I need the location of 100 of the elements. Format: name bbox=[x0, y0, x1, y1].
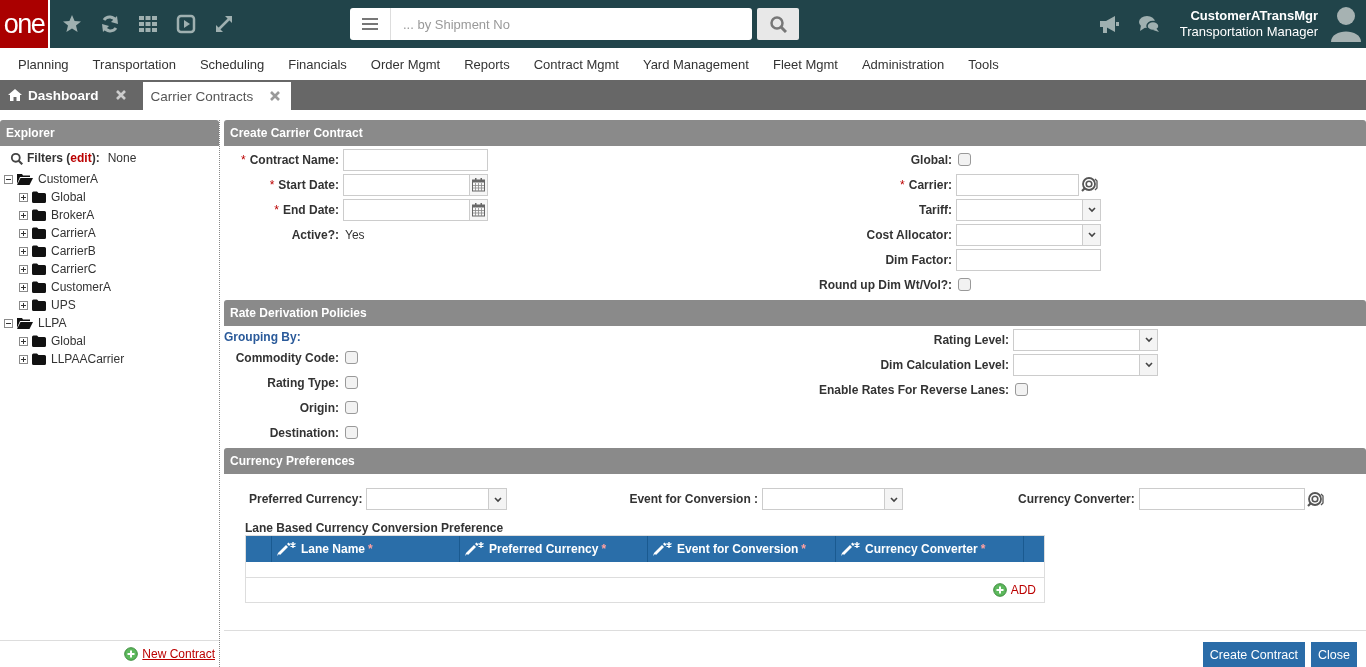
tree-item[interactable]: CustomerA bbox=[38, 172, 99, 186]
open-folder-icon bbox=[17, 317, 33, 329]
tab[interactable]: Carrier Contracts bbox=[142, 82, 292, 110]
required-mark: * bbox=[980, 542, 986, 556]
section-header: Currency Preferences bbox=[224, 448, 1366, 474]
tree-item[interactable]: CustomerA bbox=[51, 280, 112, 294]
edit-link[interactable]: edit bbox=[70, 151, 92, 165]
search-field[interactable]: ... by Shipment No bbox=[391, 8, 752, 40]
caret-icon bbox=[492, 494, 503, 504]
close-icon[interactable] bbox=[269, 90, 282, 102]
close-icon[interactable] bbox=[114, 89, 127, 101]
section-header: Rate Derivation Policies bbox=[224, 300, 1366, 326]
date-field[interactable] bbox=[343, 173, 488, 196]
field-label: Currency Converter: bbox=[1018, 492, 1135, 506]
menu-item[interactable]: Tools bbox=[956, 56, 1011, 72]
tree-item[interactable]: LLPAACarrier bbox=[51, 352, 125, 366]
tree-item[interactable]: CarrierA bbox=[51, 226, 96, 240]
menu-item[interactable]: Order Mgmt bbox=[358, 56, 453, 72]
folder-icon bbox=[32, 227, 46, 239]
field-label: Carrier: bbox=[908, 177, 953, 192]
checkbox[interactable] bbox=[958, 278, 972, 291]
calendar-icon[interactable] bbox=[471, 177, 486, 192]
tab[interactable]: Dashboard bbox=[0, 80, 137, 110]
menu-item[interactable]: Financials bbox=[276, 56, 359, 72]
checkbox[interactable] bbox=[345, 376, 358, 389]
new-contract-link[interactable]: New Contract bbox=[142, 647, 215, 661]
footer-button[interactable]: Create Contract bbox=[1202, 641, 1306, 667]
checkbox[interactable] bbox=[958, 153, 972, 166]
search-icon bbox=[10, 151, 23, 165]
tree-item[interactable]: Global bbox=[51, 190, 86, 204]
tree-item[interactable]: LLPA bbox=[38, 316, 67, 330]
collapse-icon[interactable] bbox=[4, 174, 13, 184]
tree-item[interactable]: UPS bbox=[51, 298, 76, 312]
tree-item[interactable]: BrokerA bbox=[51, 208, 95, 222]
group-heading: Grouping By: bbox=[224, 329, 302, 346]
required-mark: * bbox=[269, 177, 275, 192]
field-label: Active?: bbox=[291, 227, 339, 242]
checkbox[interactable] bbox=[1015, 383, 1029, 396]
menu-item[interactable]: Yard Management bbox=[630, 56, 761, 72]
user-name: CustomerATransMgr bbox=[1189, 8, 1318, 24]
field-label: Preferred Currency: bbox=[249, 492, 363, 506]
megaphone-icon[interactable] bbox=[1097, 14, 1120, 34]
field-label: Round up Dim Wt/Vol?: bbox=[819, 277, 953, 292]
tree-item[interactable]: Global bbox=[51, 334, 86, 348]
grid-icon[interactable] bbox=[138, 14, 158, 34]
expand-node-icon[interactable] bbox=[19, 228, 28, 238]
star-icon[interactable] bbox=[62, 14, 82, 34]
calendar-icon[interactable] bbox=[471, 202, 486, 217]
menu-item[interactable]: Administration bbox=[849, 56, 957, 72]
collapse-icon[interactable] bbox=[4, 318, 13, 328]
search-icon bbox=[769, 15, 787, 33]
menu-item[interactable]: Contract Mgmt bbox=[521, 56, 631, 72]
tree-item[interactable]: CarrierC bbox=[51, 262, 97, 276]
expand-node-icon[interactable] bbox=[19, 246, 28, 256]
play-icon[interactable] bbox=[176, 14, 196, 34]
field-label: Start Date: bbox=[278, 177, 339, 192]
expand-node-icon[interactable] bbox=[19, 354, 28, 364]
footer-button[interactable]: Close bbox=[1311, 641, 1357, 667]
expand-node-icon[interactable] bbox=[19, 192, 28, 202]
search-button[interactable] bbox=[757, 8, 799, 40]
menu-item[interactable]: Reports bbox=[452, 56, 522, 72]
menu-item[interactable]: Transportation bbox=[80, 56, 188, 72]
date-field[interactable] bbox=[343, 198, 488, 221]
menu-item[interactable]: Fleet Mgmt bbox=[760, 56, 850, 72]
tree-item[interactable]: CarrierB bbox=[51, 244, 96, 258]
checkbox[interactable] bbox=[345, 426, 358, 439]
column-label: Lane Name bbox=[301, 542, 366, 556]
field-label: End Date: bbox=[283, 202, 339, 217]
field-label: Rating Type: bbox=[267, 375, 339, 390]
expand-node-icon[interactable] bbox=[19, 210, 28, 220]
open-folder-icon bbox=[17, 173, 33, 185]
text-field[interactable] bbox=[956, 248, 1102, 271]
home-icon bbox=[8, 89, 22, 101]
field-label: Origin: bbox=[299, 400, 339, 415]
checkbox[interactable] bbox=[345, 351, 358, 364]
menu-item[interactable]: Planning bbox=[6, 56, 81, 72]
required-mark: * bbox=[900, 177, 905, 192]
add-icon bbox=[124, 647, 139, 661]
folder-icon bbox=[32, 353, 46, 365]
expand-icon[interactable] bbox=[214, 14, 234, 34]
expand-node-icon[interactable] bbox=[19, 336, 28, 346]
refresh-icon[interactable] bbox=[100, 14, 120, 34]
add-link[interactable]: ADD bbox=[992, 583, 1036, 597]
add-icon bbox=[992, 583, 1007, 597]
lookup-icon[interactable] bbox=[1306, 490, 1324, 508]
expand-node-icon[interactable] bbox=[19, 300, 28, 310]
filters-value: None bbox=[107, 151, 137, 165]
menu-item[interactable]: Scheduling bbox=[187, 56, 277, 72]
checkbox[interactable] bbox=[345, 401, 358, 414]
folder-icon bbox=[32, 281, 46, 293]
text-field[interactable] bbox=[343, 148, 488, 171]
user-avatar[interactable] bbox=[1330, 6, 1362, 42]
edit-icon bbox=[464, 541, 486, 557]
expand-node-icon[interactable] bbox=[19, 282, 28, 292]
chat-icon[interactable] bbox=[1137, 14, 1160, 34]
lookup-icon[interactable] bbox=[1081, 176, 1099, 193]
lookup-field[interactable] bbox=[956, 173, 1080, 196]
lookup-field[interactable] bbox=[1138, 488, 1305, 510]
expand-node-icon[interactable] bbox=[19, 264, 28, 274]
menu-button[interactable] bbox=[350, 8, 391, 40]
